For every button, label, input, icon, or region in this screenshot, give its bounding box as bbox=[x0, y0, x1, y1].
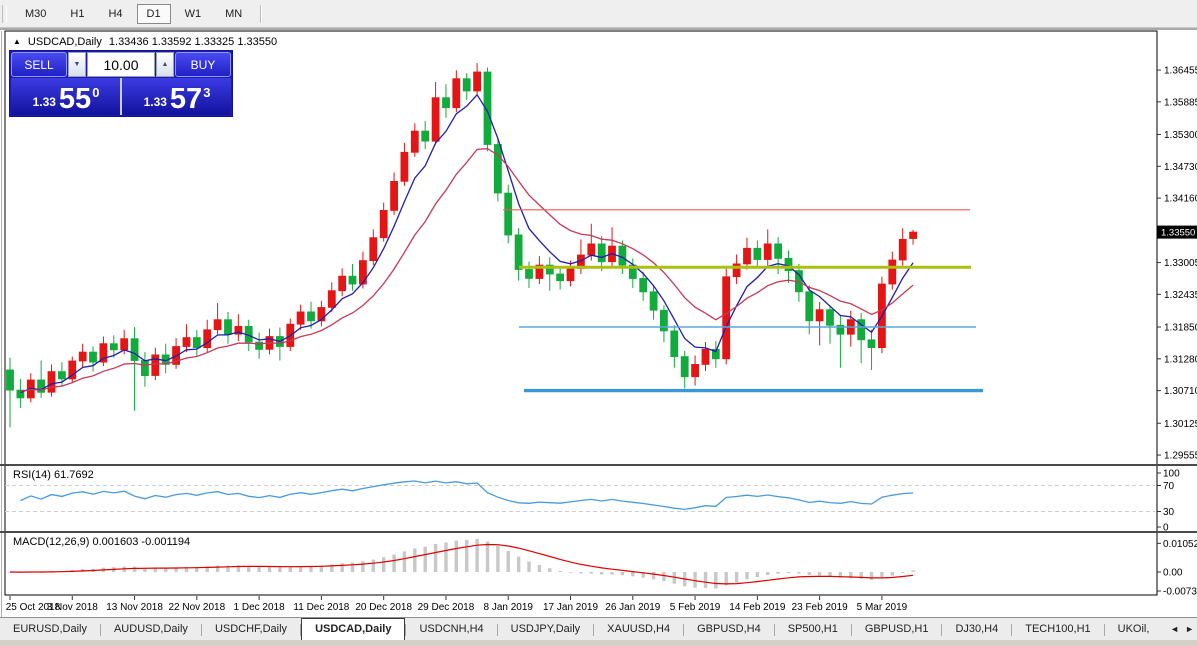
bid-price-pipette: 0 bbox=[92, 85, 99, 100]
svg-text:-0.0073: -0.0073 bbox=[1163, 587, 1197, 598]
svg-text:0.00: 0.00 bbox=[1163, 568, 1183, 579]
chart-frame bbox=[2, 31, 1158, 640]
toolbar-shadow-line bbox=[0, 28, 1197, 30]
svg-text:100: 100 bbox=[1163, 469, 1180, 480]
svg-text:14 Feb 2019: 14 Feb 2019 bbox=[729, 602, 786, 613]
collapse-panel-icon[interactable]: ▲ bbox=[13, 38, 21, 46]
timeframe-button-H1[interactable]: H1 bbox=[60, 4, 94, 24]
tab-GBPUSD-H1[interactable]: GBPUSD,H1 bbox=[852, 619, 942, 640]
svg-text:20 Dec 2018: 20 Dec 2018 bbox=[355, 602, 412, 613]
timeframe-button-MN[interactable]: MN bbox=[215, 4, 252, 24]
one-click-trade-panel: SELL ▼ 10.00 ▲ BUY 1.33 55 0 1.33 57 3 bbox=[9, 50, 233, 117]
chart-ohlc-values: 1.33436 1.33592 1.33325 1.33550 bbox=[109, 36, 277, 48]
window-bottom-strip bbox=[0, 640, 1197, 646]
tab-XAUUSD-H4[interactable]: XAUUSD,H4 bbox=[594, 619, 683, 640]
svg-text:11 Dec 2018: 11 Dec 2018 bbox=[293, 602, 349, 613]
price-axis[interactable]: 1.36455 1.35885 1.35300 1.34730 1.34160 1.330… bbox=[1157, 66, 1197, 462]
ask-price-big: 57 bbox=[170, 86, 202, 112]
svg-text:1.33550: 1.33550 bbox=[1161, 228, 1195, 239]
ask-price-box[interactable]: 1.33 57 3 bbox=[122, 78, 231, 115]
macd-signal-line bbox=[10, 545, 913, 584]
svg-text:1.34730: 1.34730 bbox=[1164, 162, 1197, 173]
svg-text:1.31850: 1.31850 bbox=[1164, 322, 1197, 333]
symbol-tabbar: EURUSD,DailyAUDUSD,DailyUSDCHF,DailyUSDC… bbox=[0, 617, 1197, 641]
pane-dividers[interactable] bbox=[0, 464, 1197, 533]
tab-USDCAD-Daily[interactable]: USDCAD,Daily bbox=[301, 618, 405, 641]
bid-price-prefix: 1.33 bbox=[33, 95, 56, 109]
date-axis[interactable]: 25 Oct 20183 Nov 201813 Nov 201822 Nov 2… bbox=[6, 596, 908, 613]
ask-price-prefix: 1.33 bbox=[144, 95, 167, 109]
tab-SP500-H1[interactable]: SP500,H1 bbox=[775, 619, 851, 640]
tabbar-scroll-left-icon[interactable]: ◄ bbox=[1170, 624, 1179, 634]
timeframe-button-M30[interactable]: M30 bbox=[15, 4, 56, 24]
svg-text:23 Feb 2019: 23 Feb 2019 bbox=[792, 602, 849, 613]
svg-text:17 Jan 2019: 17 Jan 2019 bbox=[543, 602, 598, 613]
tab-GBPUSD-H4[interactable]: GBPUSD,H4 bbox=[684, 619, 774, 640]
current-price-tag: 1.33550 bbox=[1157, 226, 1197, 239]
svg-text:1 Dec 2018: 1 Dec 2018 bbox=[234, 602, 286, 613]
svg-text:26 Jan 2019: 26 Jan 2019 bbox=[605, 602, 660, 613]
timeframe-button-W1[interactable]: W1 bbox=[175, 4, 212, 24]
tab-USDCNH-H4[interactable]: USDCNH,H4 bbox=[406, 619, 496, 640]
svg-text:8 Jan 2019: 8 Jan 2019 bbox=[483, 602, 533, 613]
macd-axis-labels: 0.010525 0.00 -0.0073 bbox=[1157, 539, 1197, 598]
bid-price-box[interactable]: 1.33 55 0 bbox=[11, 78, 120, 115]
timeframe-button-D1[interactable]: D1 bbox=[137, 4, 171, 24]
tab-USDCHF-Daily[interactable]: USDCHF,Daily bbox=[202, 619, 300, 640]
tab-AUDUSD-Daily[interactable]: AUDUSD,Daily bbox=[101, 619, 201, 640]
timeframe-toolbar: M30H1H4D1W1MN bbox=[0, 0, 1197, 28]
svg-text:0.010525: 0.010525 bbox=[1163, 539, 1197, 550]
chart-header: ▲ USDCAD,Daily 1.33436 1.33592 1.33325 1… bbox=[13, 36, 277, 48]
svg-text:1.31280: 1.31280 bbox=[1164, 354, 1197, 365]
tab-DJ30-H4[interactable]: DJ30,H4 bbox=[942, 619, 1011, 640]
toolbar-drag-handle[interactable] bbox=[2, 5, 7, 23]
tabbar-scroll-right-icon[interactable]: ► bbox=[1185, 624, 1194, 634]
svg-text:5 Mar 2019: 5 Mar 2019 bbox=[857, 602, 908, 613]
tab-USDJPY-Daily[interactable]: USDJPY,Daily bbox=[498, 619, 594, 640]
volume-decrease-icon[interactable]: ▼ bbox=[68, 52, 86, 77]
svg-text:70: 70 bbox=[1163, 481, 1175, 492]
candlestick-series bbox=[7, 63, 917, 427]
svg-text:1.36455: 1.36455 bbox=[1164, 66, 1197, 77]
chart-symbol-title: USDCAD,Daily bbox=[28, 36, 102, 48]
svg-text:22 Nov 2018: 22 Nov 2018 bbox=[168, 602, 225, 613]
tab-UKOil-[interactable]: UKOil, bbox=[1105, 619, 1163, 640]
ask-price-pipette: 3 bbox=[203, 85, 210, 100]
svg-text:13 Nov 2018: 13 Nov 2018 bbox=[106, 602, 163, 613]
rsi-level-lines bbox=[5, 486, 1155, 512]
svg-text:1.29555: 1.29555 bbox=[1164, 451, 1197, 462]
bid-price-big: 55 bbox=[59, 86, 91, 112]
rsi-axis-labels: 10070 30 0 bbox=[1157, 469, 1180, 534]
svg-text:1.35885: 1.35885 bbox=[1164, 97, 1197, 108]
svg-text:3 Nov 2018: 3 Nov 2018 bbox=[47, 602, 99, 613]
svg-text:5 Feb 2019: 5 Feb 2019 bbox=[670, 602, 721, 613]
svg-text:1.30710: 1.30710 bbox=[1164, 386, 1197, 397]
svg-text:1.34160: 1.34160 bbox=[1164, 194, 1197, 205]
timeframe-button-H4[interactable]: H4 bbox=[98, 4, 132, 24]
svg-text:1.30125: 1.30125 bbox=[1164, 419, 1197, 430]
toolbar-separator bbox=[260, 5, 261, 23]
svg-text:1.35300: 1.35300 bbox=[1164, 130, 1197, 141]
svg-text:1.32435: 1.32435 bbox=[1164, 290, 1197, 301]
sell-button[interactable]: SELL bbox=[11, 52, 67, 77]
svg-text:29 Dec 2018: 29 Dec 2018 bbox=[418, 602, 475, 613]
svg-text:30: 30 bbox=[1163, 507, 1175, 518]
volume-increase-icon[interactable]: ▲ bbox=[156, 52, 174, 77]
buy-button[interactable]: BUY bbox=[175, 52, 231, 77]
tab-EURUSD-Daily[interactable]: EURUSD,Daily bbox=[0, 619, 100, 640]
rsi-indicator-label: RSI(14) 61.7692 bbox=[13, 469, 94, 481]
svg-text:1.33005: 1.33005 bbox=[1164, 258, 1197, 269]
tab-TECH100-H1[interactable]: TECH100,H1 bbox=[1012, 619, 1103, 640]
volume-input[interactable]: 10.00 bbox=[87, 52, 155, 77]
svg-text:0: 0 bbox=[1163, 523, 1169, 534]
macd-indicator-label: MACD(12,26,9) 0.001603 -0.001194 bbox=[13, 536, 190, 548]
